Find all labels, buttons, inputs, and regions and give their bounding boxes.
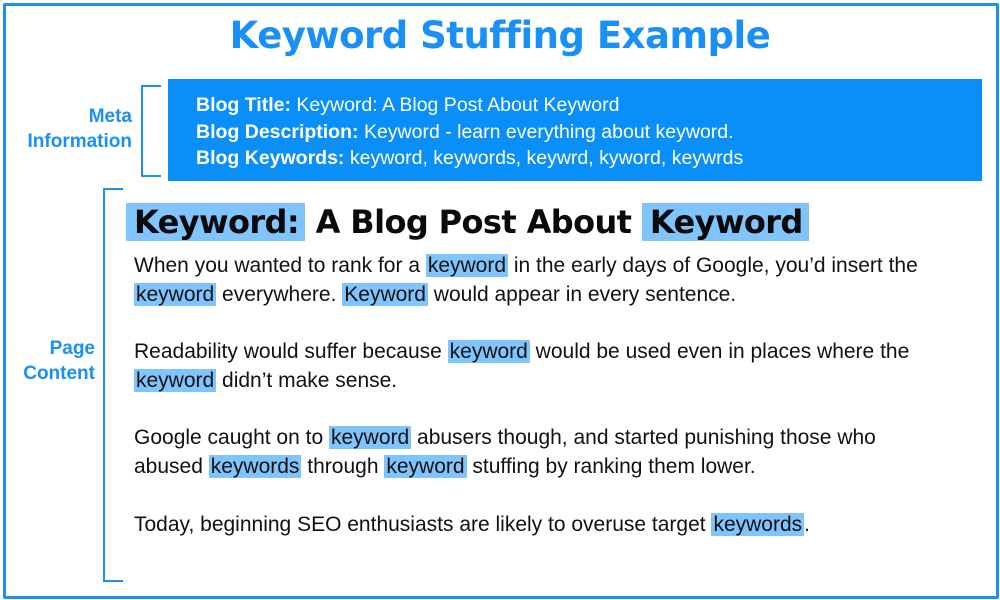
meta-information-label: Meta Information xyxy=(27,106,133,152)
text-run: in the early days of Google, you’d inser… xyxy=(508,254,918,277)
meta-blog-title: Blog Title: Keyword: A Blog Post About K… xyxy=(196,94,620,116)
text-run: Readability would suffer because xyxy=(134,340,448,364)
meta-blog-description: Blog Description: Keyword - learn everyt… xyxy=(196,120,734,143)
text-run: When you wanted to rank for a xyxy=(134,254,426,277)
text-run: would be used even in places where the xyxy=(529,340,910,364)
page-title: Keyword Stuffing Example xyxy=(229,14,771,57)
paragraph: Readability would suffer because keyword… xyxy=(134,338,934,396)
page-content-label: Page Content xyxy=(23,338,95,384)
meta-blog-keywords: Blog Keywords: keyword, keywords, keywrd… xyxy=(196,147,744,169)
text-run: didn’t make sense. xyxy=(216,368,398,392)
text-run: through xyxy=(301,455,385,479)
text-run: everywhere. xyxy=(216,282,343,306)
text-run: Today, beginning SEO enthusiasts are lik… xyxy=(134,512,712,536)
highlighted-keyword: Keyword xyxy=(342,282,428,306)
text-run: Google caught on to xyxy=(134,426,329,450)
meta-bracket xyxy=(141,85,161,177)
paragraph: When you wanted to rank for a keyword in… xyxy=(134,252,934,310)
highlighted-keyword: keyword xyxy=(134,282,217,306)
highlighted-keyword: keyword xyxy=(134,368,217,392)
highlighted-keyword: Keyword xyxy=(641,203,809,241)
text-run: . xyxy=(804,512,810,536)
highlighted-keyword: keyword xyxy=(328,426,412,450)
blog-post: Keyword: A Blog Post About Keyword When … xyxy=(126,198,934,568)
text-run: stuffing by ranking them lower. xyxy=(466,455,756,479)
highlighted-keyword: keywords xyxy=(208,455,302,479)
highlighted-keyword: Keyword: xyxy=(126,203,306,241)
highlighted-keyword: keyword xyxy=(425,254,509,277)
highlighted-keyword: keyword xyxy=(447,340,530,364)
highlighted-keyword: keywords xyxy=(711,512,805,536)
blog-post-body: When you wanted to rank for a keyword in… xyxy=(134,252,934,539)
paragraph: Today, beginning SEO enthusiasts are lik… xyxy=(134,511,934,540)
paragraph: Google caught on to keyword abusers thou… xyxy=(134,424,934,482)
highlighted-keyword: keyword xyxy=(384,455,467,479)
text-run: would appear in every sentence. xyxy=(427,282,737,306)
blog-post-heading: Keyword: A Blog Post About Keyword xyxy=(126,198,934,246)
text-run: A Blog Post About xyxy=(305,203,642,241)
meta-information-box: Blog Title: Keyword: A Blog Post About K… xyxy=(168,79,982,181)
content-bracket xyxy=(103,188,123,582)
